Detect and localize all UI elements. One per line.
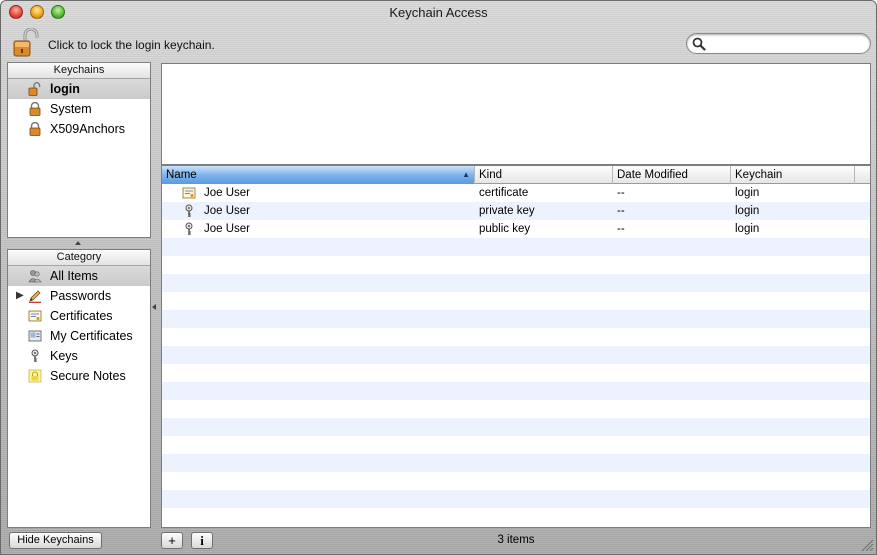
empty-row xyxy=(162,472,870,490)
unlocked-padlock-icon xyxy=(13,27,39,57)
certificate-icon xyxy=(182,187,196,199)
cell-name: Joe User xyxy=(204,205,251,217)
empty-row xyxy=(162,328,870,346)
empty-row xyxy=(162,274,870,292)
lock-status-label: Click to lock the login keychain. xyxy=(48,38,215,52)
table-row[interactable]: Joe User private key -- login xyxy=(162,202,870,220)
column-header-keychain[interactable]: Keychain xyxy=(731,166,855,184)
cell-kind: public key xyxy=(479,223,531,235)
category-header: Category xyxy=(8,250,150,266)
empty-row xyxy=(162,490,870,508)
keychains-panel: Keychains login System X509Anchors xyxy=(7,62,151,238)
title-bar[interactable]: Keychain Access xyxy=(1,1,876,23)
window-title: Keychain Access xyxy=(389,5,488,20)
empty-row xyxy=(162,436,870,454)
empty-row xyxy=(162,400,870,418)
sort-ascending-icon: ▲ xyxy=(462,170,470,179)
empty-row xyxy=(162,238,870,256)
category-item-secure-notes[interactable]: Secure Notes xyxy=(8,366,150,386)
empty-row xyxy=(162,292,870,310)
category-label: Keys xyxy=(50,349,78,363)
keychain-label: System xyxy=(50,102,92,116)
category-item-certificates[interactable]: Certificates xyxy=(8,306,150,326)
magnifier-icon xyxy=(692,37,706,51)
cell-name: Joe User xyxy=(204,223,251,235)
key-icon xyxy=(185,204,193,217)
unlocked-padlock-icon xyxy=(28,82,41,96)
keychain-access-window: Keychain Access Click to lock the login … xyxy=(0,0,877,555)
table-header: Name ▲ Kind Date Modified Keychain xyxy=(162,166,870,184)
item-detail-pane xyxy=(161,63,871,165)
table-row[interactable]: Joe User public key -- login xyxy=(162,220,870,238)
category-label: Certificates xyxy=(50,309,113,323)
cell-keychain: login xyxy=(735,223,760,235)
empty-row xyxy=(162,382,870,400)
column-header-date-modified[interactable]: Date Modified xyxy=(613,166,731,184)
category-item-keys[interactable]: Keys xyxy=(8,346,150,366)
splitter-handle-icon[interactable] xyxy=(75,241,81,245)
keychain-item-system[interactable]: System xyxy=(8,99,150,119)
sidebar-resize-handle-icon[interactable] xyxy=(152,304,156,310)
empty-row xyxy=(162,418,870,436)
search-field[interactable] xyxy=(686,33,871,54)
keychain-item-login[interactable]: login xyxy=(8,79,150,99)
category-label: My Certificates xyxy=(50,329,133,343)
key-icon xyxy=(31,349,39,362)
category-item-passwords[interactable]: ▶ Passwords xyxy=(8,286,150,306)
people-icon xyxy=(28,270,42,283)
table-row[interactable]: Joe User certificate -- login xyxy=(162,184,870,202)
keychains-header: Keychains xyxy=(8,63,150,79)
item-count-status: 3 items xyxy=(497,534,535,546)
category-label: Passwords xyxy=(50,289,112,303)
hide-keychains-button[interactable]: Hide Keychains xyxy=(9,532,102,549)
keychain-item-x509anchors[interactable]: X509Anchors xyxy=(8,119,150,139)
category-label: All Items xyxy=(50,269,98,283)
cell-date-modified: -- xyxy=(617,187,625,199)
cell-date-modified: -- xyxy=(617,223,625,235)
cell-kind: private key xyxy=(479,205,535,217)
column-header-kind[interactable]: Kind xyxy=(475,166,613,184)
category-label: Secure Notes xyxy=(50,369,126,383)
resize-grip-icon[interactable] xyxy=(860,538,874,552)
disclosure-triangle-icon[interactable]: ▶ xyxy=(16,286,24,306)
empty-row xyxy=(162,454,870,472)
lock-keychain-button[interactable] xyxy=(11,27,43,58)
empty-row xyxy=(162,310,870,328)
keychain-label: X509Anchors xyxy=(50,122,126,136)
category-item-all-items[interactable]: All Items xyxy=(8,266,150,286)
cell-keychain: login xyxy=(735,205,760,217)
keychain-label: login xyxy=(50,82,80,96)
table-rows: Joe User certificate -- login Joe User p… xyxy=(162,184,870,526)
cell-keychain: login xyxy=(735,187,760,199)
my-certificate-icon xyxy=(28,330,42,342)
padlock-icon xyxy=(29,102,41,116)
items-table[interactable]: Name ▲ Kind Date Modified Keychain Joe U… xyxy=(161,165,871,528)
search-input[interactable] xyxy=(709,36,864,51)
note-icon xyxy=(28,369,42,383)
pencil-icon xyxy=(29,290,41,303)
empty-row xyxy=(162,364,870,382)
category-panel: Category All Items ▶ Passwords Certifica… xyxy=(7,249,151,528)
key-icon xyxy=(185,222,193,235)
column-header-name[interactable]: Name ▲ xyxy=(162,166,475,184)
cell-kind: certificate xyxy=(479,187,529,199)
certificate-icon xyxy=(28,310,42,322)
empty-row xyxy=(162,346,870,364)
padlock-icon xyxy=(29,122,41,136)
cell-date-modified: -- xyxy=(617,205,625,217)
cell-name: Joe User xyxy=(204,187,251,199)
empty-row xyxy=(162,508,870,526)
category-item-my-certificates[interactable]: My Certificates xyxy=(8,326,150,346)
empty-row xyxy=(162,256,870,274)
